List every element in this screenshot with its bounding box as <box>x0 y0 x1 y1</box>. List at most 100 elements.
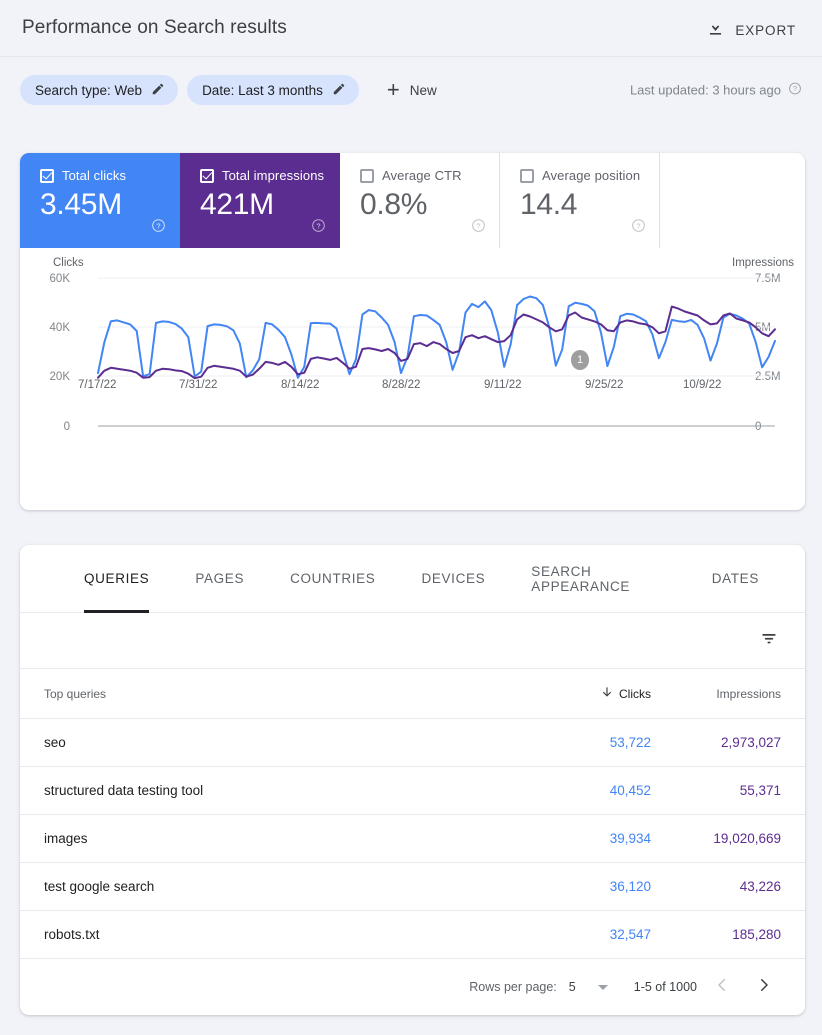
cell-clicks: 39,934 <box>533 831 651 846</box>
metric-tile-header: Total clicks <box>40 168 179 183</box>
metric-tile-header: Total impressions <box>200 168 339 183</box>
tab-queries[interactable]: QUERIES <box>84 545 149 613</box>
table-row[interactable]: structured data testing tool40,45255,371 <box>20 767 805 815</box>
cell-query: structured data testing tool <box>44 783 533 798</box>
dimension-table-card: QUERIES PAGES COUNTRIES DEVICES SEARCH APPEA… <box>20 545 805 1015</box>
tab-label: DATES <box>712 571 759 586</box>
filter-chip-search-type-label: Search type: Web <box>35 83 142 98</box>
metric-label-total-impressions: Total impressions <box>222 168 324 183</box>
tab-dates[interactable]: DATES <box>712 545 759 613</box>
metric-tile-total-clicks[interactable]: Total clicks 3.45M ? <box>20 153 180 248</box>
table-header-row: Top queries Clicks Impressions <box>20 669 805 719</box>
arrow-down-icon <box>600 685 614 702</box>
rows-per-page-select[interactable]: 5 <box>569 980 608 994</box>
checkbox-total-clicks[interactable] <box>40 169 54 183</box>
help-circle-icon[interactable]: ? <box>788 82 802 99</box>
last-updated-text: Last updated: 3 hours ago <box>630 83 781 98</box>
chart-line-clicks <box>98 297 775 378</box>
checkbox-average-ctr[interactable] <box>360 169 374 183</box>
plus-icon: + <box>387 79 400 101</box>
chart-annotation-marker[interactable]: 1 <box>571 350 589 370</box>
pagination-range: 1-5 of 1000 <box>634 980 697 994</box>
help-circle-icon[interactable]: ? <box>631 218 646 238</box>
checkbox-average-position[interactable] <box>520 169 534 183</box>
svg-text:?: ? <box>793 86 797 93</box>
cell-clicks: 40,452 <box>533 783 651 798</box>
tab-search-appearance[interactable]: SEARCH APPEARANCE <box>531 545 665 613</box>
filter-list-icon[interactable] <box>753 622 785 659</box>
download-icon <box>706 18 725 42</box>
cell-clicks: 32,547 <box>533 927 651 942</box>
filter-bar: Search type: Web Date: Last 3 months + N… <box>0 57 822 123</box>
filter-chip-date[interactable]: Date: Last 3 months <box>187 75 359 105</box>
column-header-query[interactable]: Top queries <box>44 687 533 701</box>
column-header-clicks-label: Clicks <box>619 687 651 701</box>
metric-tile-average-position[interactable]: Average position 14.4 ? <box>500 153 660 248</box>
export-label: EXPORT <box>735 23 796 38</box>
help-circle-icon[interactable]: ? <box>471 218 486 238</box>
metric-tiles: Total clicks 3.45M ? Total impressions 4… <box>20 153 660 248</box>
cell-clicks: 53,722 <box>533 735 651 750</box>
filter-chip-date-label: Date: Last 3 months <box>202 83 323 98</box>
metric-tile-total-impressions[interactable]: Total impressions 421M ? <box>180 153 340 248</box>
metric-label-average-position: Average position <box>542 168 640 183</box>
table-toolbar <box>20 613 805 669</box>
cell-impressions: 19,020,669 <box>651 831 781 846</box>
x-tick-6: 10/9/22 <box>683 379 721 391</box>
pencil-icon <box>332 82 346 99</box>
page-title: Performance on Search results <box>22 17 287 39</box>
tab-label: PAGES <box>195 571 244 586</box>
filter-chip-search-type[interactable]: Search type: Web <box>20 75 178 105</box>
app-header: Performance on Search results EXPORT <box>0 0 822 57</box>
cell-impressions: 185,280 <box>651 927 781 942</box>
tab-countries[interactable]: COUNTRIES <box>290 545 375 613</box>
metric-tile-header: Average CTR <box>360 168 499 183</box>
tab-pages[interactable]: PAGES <box>195 545 244 613</box>
tab-label: SEARCH APPEARANCE <box>531 564 665 594</box>
column-header-impressions-label: Impressions <box>716 687 781 701</box>
table-row[interactable]: robots.txt32,547185,280 <box>20 911 805 959</box>
column-header-clicks[interactable]: Clicks <box>533 685 651 702</box>
performance-chart-card: Total clicks 3.45M ? Total impressions 4… <box>20 153 805 510</box>
cell-impressions: 55,371 <box>651 783 781 798</box>
help-circle-icon[interactable]: ? <box>311 218 326 238</box>
new-filter-button[interactable]: + New <box>377 75 447 105</box>
chart-line-impressions <box>98 307 775 379</box>
svg-text:?: ? <box>476 221 480 230</box>
cell-impressions: 43,226 <box>651 879 781 894</box>
table-row[interactable]: images39,93419,020,669 <box>20 815 805 863</box>
export-button[interactable]: EXPORT <box>700 14 802 46</box>
table-pagination: Rows per page: 5 1-5 of 1000 <box>20 959 805 1015</box>
help-circle-icon[interactable]: ? <box>151 218 166 238</box>
previous-page-button[interactable] <box>705 970 739 1004</box>
cell-query: images <box>44 831 533 846</box>
x-tick-2: 8/14/22 <box>281 379 319 391</box>
metric-label-total-clicks: Total clicks <box>62 168 126 183</box>
x-tick-0: 7/17/22 <box>78 379 116 391</box>
chevron-right-icon <box>755 976 773 999</box>
cell-clicks: 36,120 <box>533 879 651 894</box>
table-row[interactable]: seo53,7222,973,027 <box>20 719 805 767</box>
checkbox-total-impressions[interactable] <box>200 169 214 183</box>
svg-text:?: ? <box>316 221 320 230</box>
metric-tile-average-ctr[interactable]: Average CTR 0.8% ? <box>340 153 500 248</box>
dimension-tabs: QUERIES PAGES COUNTRIES DEVICES SEARCH APPEA… <box>20 545 805 613</box>
metric-label-average-ctr: Average CTR <box>382 168 462 183</box>
column-header-impressions[interactable]: Impressions <box>651 687 781 701</box>
tab-label: DEVICES <box>421 571 485 586</box>
performance-line-chart[interactable]: Clicks Impressions 60K 40K 20K 0 7.5M 5M… <box>20 248 805 510</box>
chevron-down-icon <box>598 985 608 990</box>
svg-text:?: ? <box>156 221 160 230</box>
x-tick-1: 7/31/22 <box>179 379 217 391</box>
last-updated: Last updated: 3 hours ago ? <box>630 82 802 99</box>
tab-label: QUERIES <box>84 571 149 586</box>
next-page-button[interactable] <box>747 970 781 1004</box>
tab-devices[interactable]: DEVICES <box>421 545 485 613</box>
cell-query: test google search <box>44 879 533 894</box>
table-row[interactable]: test google search36,12043,226 <box>20 863 805 911</box>
tab-label: COUNTRIES <box>290 571 375 586</box>
chevron-left-icon <box>713 976 731 999</box>
table-body: seo53,7222,973,027structured data testin… <box>20 719 805 959</box>
rows-per-page-value: 5 <box>569 980 576 994</box>
x-tick-5: 9/25/22 <box>585 379 623 391</box>
